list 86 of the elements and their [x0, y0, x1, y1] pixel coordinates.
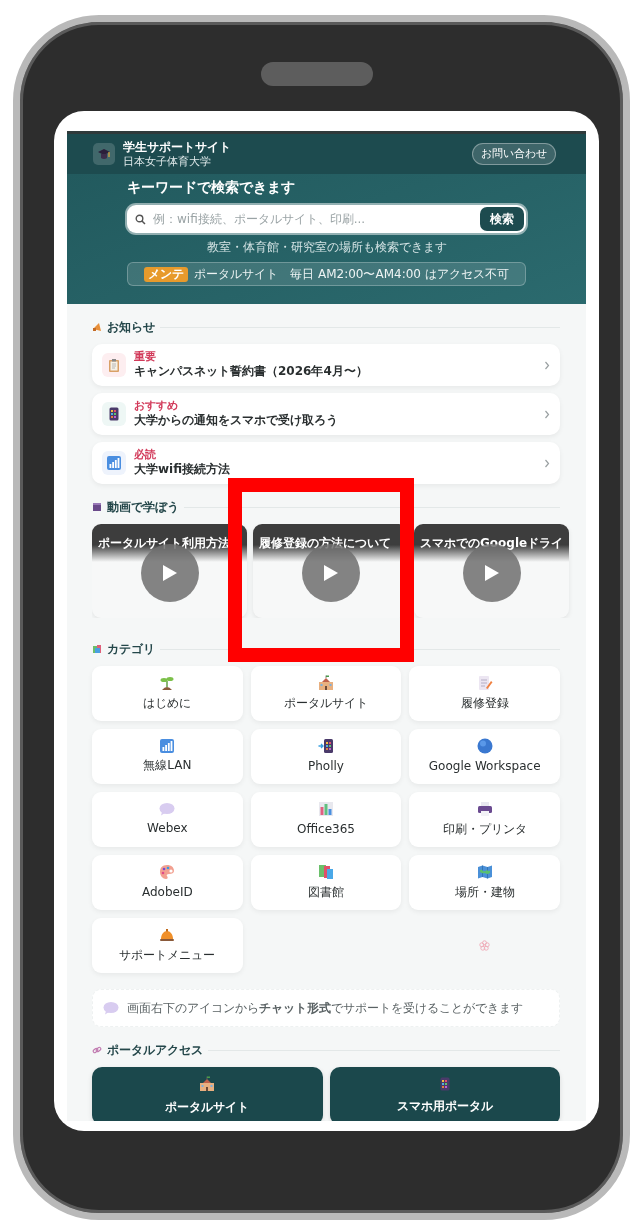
speech-bubble-icon [159, 802, 176, 816]
notice-title: 大学からの通知をスマホで受け取ろう [134, 412, 339, 429]
smartphone-icon [439, 1077, 450, 1091]
section-title: 動画で学ぼう [107, 499, 179, 516]
sprout-icon [159, 675, 176, 691]
chat-hint-text: 画面右下のアイコンからチャット形式でサポートを受けることができます [127, 1000, 523, 1017]
notice-item[interactable]: 必読 大学wifi接続方法 [92, 442, 560, 484]
play-icon [162, 564, 178, 582]
graduation-cap-icon [93, 143, 115, 165]
play-icon [484, 564, 500, 582]
category-label: Office365 [297, 821, 355, 838]
category-tile[interactable]: AdobeID [92, 855, 243, 910]
category-label: 場所・建物 [454, 884, 515, 901]
notice-item[interactable]: 重要 キャンパスネット誓約書（2026年4月〜） [92, 344, 560, 386]
category-label: ポータルサイト [284, 695, 368, 712]
category-label: Pholly [308, 758, 344, 775]
document-pencil-icon [476, 675, 493, 691]
category-tile[interactable]: 図書館 [250, 855, 402, 910]
section-title: お知らせ [107, 319, 155, 336]
hero-heading: キーワードで検索できます [127, 178, 296, 197]
search-hint: 教室・体育館・研究室の場所も検索できます [205, 239, 448, 256]
category-tile[interactable]: 無線LAN [92, 729, 243, 784]
clipboard-icon [108, 358, 120, 372]
category-label: AdobeID [141, 884, 193, 901]
signal-bars-icon [160, 739, 175, 753]
category-label: 履修登録 [460, 695, 509, 712]
maintenance-text: ポータルサイト 毎日 AM2:00〜AM4:00 はアクセス不可 [194, 266, 509, 283]
search-icon [135, 213, 146, 225]
school-building-icon [199, 1076, 216, 1092]
thought-bubble-icon [103, 1001, 119, 1015]
category-label: サポートメニュー [119, 947, 216, 964]
category-tile[interactable]: Pholly [250, 729, 402, 784]
link-icon [92, 1045, 102, 1055]
printer-icon [476, 801, 493, 817]
clapperboard-icon [92, 502, 102, 512]
notice-title: キャンパスネット誓約書（2026年4月〜） [134, 363, 369, 380]
category-tile[interactable]: Webex [92, 792, 243, 847]
globe-icon [476, 738, 493, 754]
portal-button[interactable]: スマホ用ポータル [329, 1067, 560, 1121]
books-icon [92, 644, 102, 654]
service-bell-icon [159, 927, 176, 943]
phone-arrow-icon [318, 738, 334, 754]
maintenance-tag: メンテ [144, 266, 189, 282]
category-tile[interactable]: 履修登録 [409, 666, 560, 721]
category-label: Webex [147, 820, 188, 837]
chevron-right-icon [544, 409, 550, 419]
chevron-right-icon [544, 360, 550, 370]
category-label: はじめに [143, 695, 192, 712]
category-tile[interactable]: はじめに [92, 666, 243, 721]
notice-tag: 重要 [134, 350, 536, 364]
category-label: 無線LAN [143, 757, 192, 774]
palette-icon [159, 864, 176, 880]
portal-button[interactable]: ポータルサイト [92, 1067, 323, 1121]
notice-tag: おすすめ [134, 399, 536, 413]
contact-button[interactable]: お問い合わせ [472, 142, 556, 166]
smartphone-icon [109, 407, 119, 421]
video-title: 履修登録の方法について [259, 536, 391, 550]
notice-title: 大学wifi接続方法 [134, 461, 232, 478]
bar-chart-icon [318, 801, 334, 817]
category-tile[interactable]: Google Workspace [409, 729, 560, 784]
books-icon [318, 864, 334, 880]
megaphone-icon [92, 322, 102, 332]
category-label: 図書館 [308, 884, 344, 901]
video-title: スマホでのGoogleドライ [420, 536, 564, 550]
search-field[interactable]: 例：wifi接続、ポータルサイト、印刷... 検索 [127, 205, 526, 233]
category-tile[interactable]: 場所・建物 [409, 855, 560, 910]
section-title: カテゴリ [107, 641, 155, 658]
notice-item[interactable]: おすすめ 大学からの通知をスマホで受け取ろう [92, 393, 560, 435]
signal-bars-icon [107, 456, 121, 470]
map-icon [476, 864, 493, 880]
section-title: ポータルアクセス [107, 1042, 203, 1059]
category-tile[interactable]: Office365 [250, 792, 402, 847]
search-button[interactable]: 検索 [480, 207, 524, 231]
category-tile[interactable]: 印刷・プリンタ [409, 792, 560, 847]
play-icon [323, 564, 339, 582]
category-label: Google Workspace [428, 758, 541, 775]
notice-tag: 必読 [134, 448, 536, 462]
category-label: 印刷・プリンタ [442, 821, 527, 838]
site-title: 学生サポートサイト [123, 139, 231, 155]
video-thumbnail[interactable]: スマホでのGoogleドライ [414, 524, 569, 618]
category-tile[interactable]: サポートメニュー [92, 918, 243, 973]
school-building-icon [318, 675, 334, 691]
chevron-right-icon [544, 458, 550, 468]
site-subtitle: 日本女子体育大学 [123, 154, 212, 169]
category-tile[interactable]: ポータルサイト [250, 666, 402, 721]
flower-icon [479, 940, 491, 951]
